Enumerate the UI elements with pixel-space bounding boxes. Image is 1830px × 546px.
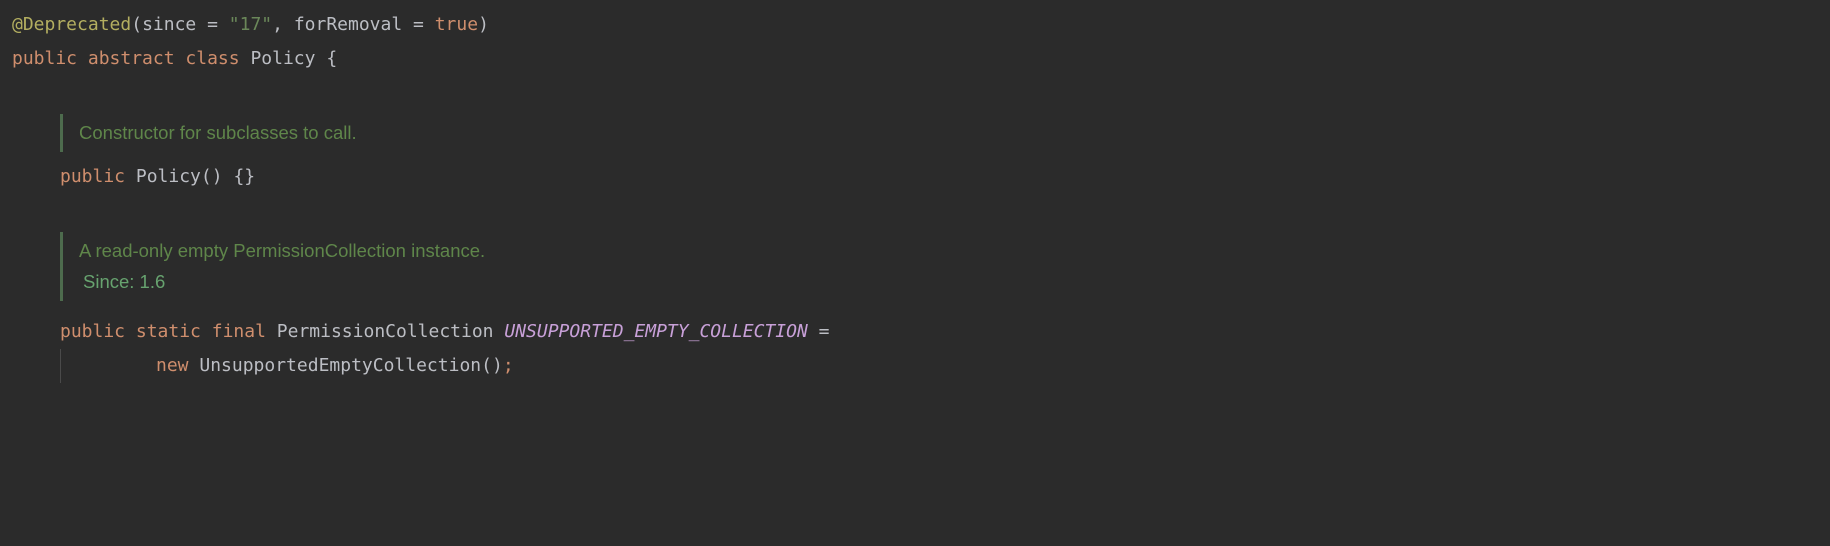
keyword-final: final: [212, 321, 266, 342]
eq: =: [819, 321, 830, 342]
lbrace: {: [326, 48, 337, 69]
eq: =: [196, 14, 229, 35]
keyword-public: public: [12, 48, 77, 69]
lparen: (: [131, 14, 142, 35]
keyword-public: public: [60, 321, 125, 342]
javadoc-block-field: A read-only empty PermissionCollection i…: [60, 232, 1818, 301]
code-line-class-decl: public abstract class Policy {: [12, 42, 1818, 76]
comma: ,: [272, 14, 294, 35]
blank-line: [12, 76, 1818, 104]
parens: (): [481, 355, 503, 376]
javadoc-text: A read-only empty PermissionCollection i…: [79, 235, 1818, 266]
class-name-Policy: Policy: [250, 48, 315, 69]
type-UnsupportedEmptyCollection: UnsupportedEmptyCollection: [199, 355, 481, 376]
code-line-constructor: public Policy() {}: [12, 160, 1818, 194]
keyword-class: class: [185, 48, 239, 69]
code-line-field-init: new UnsupportedEmptyCollection();: [12, 349, 1818, 383]
keyword-new: new: [156, 355, 189, 376]
keyword-true: true: [435, 14, 478, 35]
semicolon: ;: [503, 355, 514, 376]
annotation-name: @Deprecated: [12, 14, 131, 35]
rparen: ): [478, 14, 489, 35]
string-17: "17": [229, 14, 272, 35]
param-since: since: [142, 14, 196, 35]
constructor-name-Policy: Policy: [136, 166, 201, 187]
javadoc-since: Since: 1.6: [79, 266, 1818, 297]
keyword-static: static: [136, 321, 201, 342]
keyword-public: public: [60, 166, 125, 187]
constant-name: UNSUPPORTED_EMPTY_COLLECTION: [504, 321, 807, 342]
eq: =: [402, 14, 435, 35]
type-PermissionCollection: PermissionCollection: [277, 321, 494, 342]
javadoc-text: Constructor for subclasses to call.: [79, 117, 1818, 148]
param-forRemoval: forRemoval: [294, 14, 402, 35]
keyword-abstract: abstract: [88, 48, 175, 69]
code-line-annotation: @Deprecated(since = "17", forRemoval = t…: [12, 8, 1818, 42]
parens: (): [201, 166, 223, 187]
empty-body: {}: [233, 166, 255, 187]
blank-line: [12, 194, 1818, 222]
javadoc-block-constructor: Constructor for subclasses to call.: [60, 114, 1818, 151]
code-line-field-decl: public static final PermissionCollection…: [12, 315, 1818, 349]
